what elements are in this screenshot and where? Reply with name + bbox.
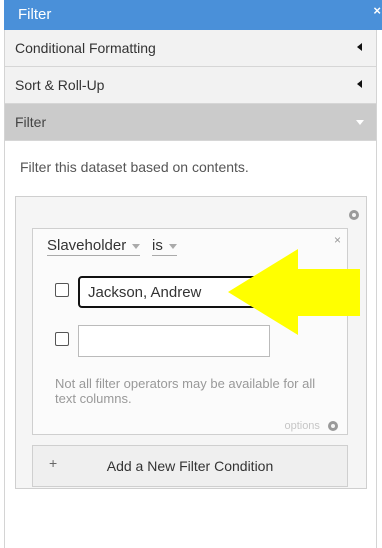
panel-title: Filter bbox=[18, 6, 52, 23]
chevron-left-icon bbox=[357, 80, 362, 88]
section-label: Conditional Formatting bbox=[15, 40, 156, 56]
options-link[interactable]: options bbox=[284, 420, 339, 432]
gear-icon[interactable] bbox=[348, 209, 360, 221]
caret-down-icon bbox=[168, 243, 177, 249]
value-checkbox[interactable] bbox=[55, 332, 69, 346]
section-label: Filter bbox=[15, 114, 47, 130]
operator-note: Not all filter operators may be availabl… bbox=[55, 376, 316, 406]
filter-description: Filter this dataset based on contents. bbox=[20, 159, 249, 175]
remove-condition-icon[interactable]: × bbox=[334, 233, 341, 247]
section-label: Sort & Roll-Up bbox=[15, 77, 105, 93]
pointer-arrow-icon bbox=[228, 249, 360, 335]
filter-conditions-box: × Slaveholder is Jackson, Andrew Not all… bbox=[15, 196, 367, 489]
gear-icon bbox=[327, 420, 339, 432]
panel-titlebar: Filter × bbox=[4, 0, 382, 30]
operator-select[interactable]: is bbox=[152, 237, 177, 256]
column-select[interactable]: Slaveholder bbox=[47, 237, 141, 256]
column-select-value: Slaveholder bbox=[47, 237, 127, 254]
add-filter-condition-button[interactable]: + Add a New Filter Condition bbox=[32, 445, 348, 487]
arrow-shape bbox=[228, 249, 360, 335]
section-filter[interactable]: Filter bbox=[5, 104, 376, 141]
section-conditional-formatting[interactable]: Conditional Formatting bbox=[5, 30, 376, 67]
add-filter-condition-label: Add a New Filter Condition bbox=[106, 458, 274, 474]
operator-select-value: is bbox=[152, 237, 163, 254]
section-sort-rollup[interactable]: Sort & Roll-Up bbox=[5, 67, 376, 104]
chevron-left-icon bbox=[357, 43, 362, 51]
caret-down-icon bbox=[132, 243, 141, 249]
value-checkbox[interactable] bbox=[55, 283, 69, 297]
chevron-down-icon bbox=[356, 120, 364, 125]
options-label: options bbox=[284, 420, 320, 432]
close-icon[interactable]: × bbox=[373, 3, 381, 18]
